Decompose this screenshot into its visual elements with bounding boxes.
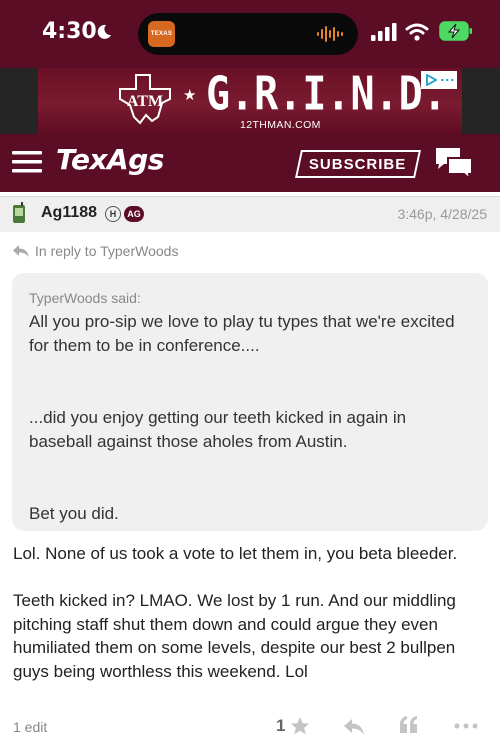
site-logo[interactable]: TexAgs <box>56 143 164 176</box>
post-body: Lol. None of us took a vote to let them … <box>13 544 458 681</box>
status-time: 4:30 <box>42 19 97 44</box>
texas-am-logo-icon: ATM <box>119 74 171 125</box>
quoted-post: TyperWoods said: All you pro-sip we love… <box>12 273 488 531</box>
ad-creative[interactable]: ATM ★ G.R.I.N.D. 12THMAN.COM ⋮ <box>38 68 462 134</box>
ad-subtitle: 12THMAN.COM <box>240 119 321 131</box>
star-count: 1 <box>276 716 286 735</box>
svg-text:ATM: ATM <box>127 93 163 110</box>
reply-to-link[interactable]: In reply to TyperWoods <box>35 243 178 259</box>
chat-icon[interactable] <box>434 146 474 180</box>
post-author[interactable]: Ag1188 <box>41 204 97 222</box>
cellular-signal-icon <box>371 23 397 41</box>
moon-icon <box>97 24 111 39</box>
ad-more-icon: ⋮ <box>440 73 456 87</box>
author-badge-h: H <box>105 206 121 222</box>
ad-choices-icon <box>426 74 437 86</box>
quote-text: All you pro-sip we love to play tu types… <box>29 312 455 523</box>
wifi-icon <box>405 23 429 41</box>
ad-banner[interactable]: ATM ★ G.R.I.N.D. 12THMAN.COM ⋮ <box>0 68 500 134</box>
ad-title: G.R.I.N.D. <box>206 68 447 121</box>
subscribe-label: SUBSCRIBE <box>309 155 407 173</box>
more-options-icon[interactable] <box>454 717 478 735</box>
live-activity-app-icon: TEXAS <box>148 21 175 47</box>
author-badge-ag: AG <box>124 206 144 222</box>
ad-choices-button[interactable]: ⋮ <box>421 71 457 89</box>
dynamic-island: TEXAS <box>138 13 358 55</box>
quote-author: TyperWoods said: <box>29 290 141 306</box>
edit-count[interactable]: 1 edit <box>13 719 47 735</box>
battery-charging-icon <box>439 21 472 41</box>
audio-wave-icon <box>317 26 343 42</box>
hamburger-menu-icon[interactable] <box>12 151 42 173</box>
post-timestamp: 3:46p, 4/28/25 <box>397 206 487 222</box>
star-separator-icon: ★ <box>183 87 197 104</box>
phone-device-icon <box>13 202 25 223</box>
reply-arrow-icon <box>13 245 29 257</box>
reply-button-icon[interactable] <box>343 718 365 736</box>
quote-button-icon[interactable] <box>398 715 420 735</box>
star-icon[interactable] <box>290 716 310 736</box>
subscribe-button[interactable]: SUBSCRIBE <box>295 150 421 178</box>
